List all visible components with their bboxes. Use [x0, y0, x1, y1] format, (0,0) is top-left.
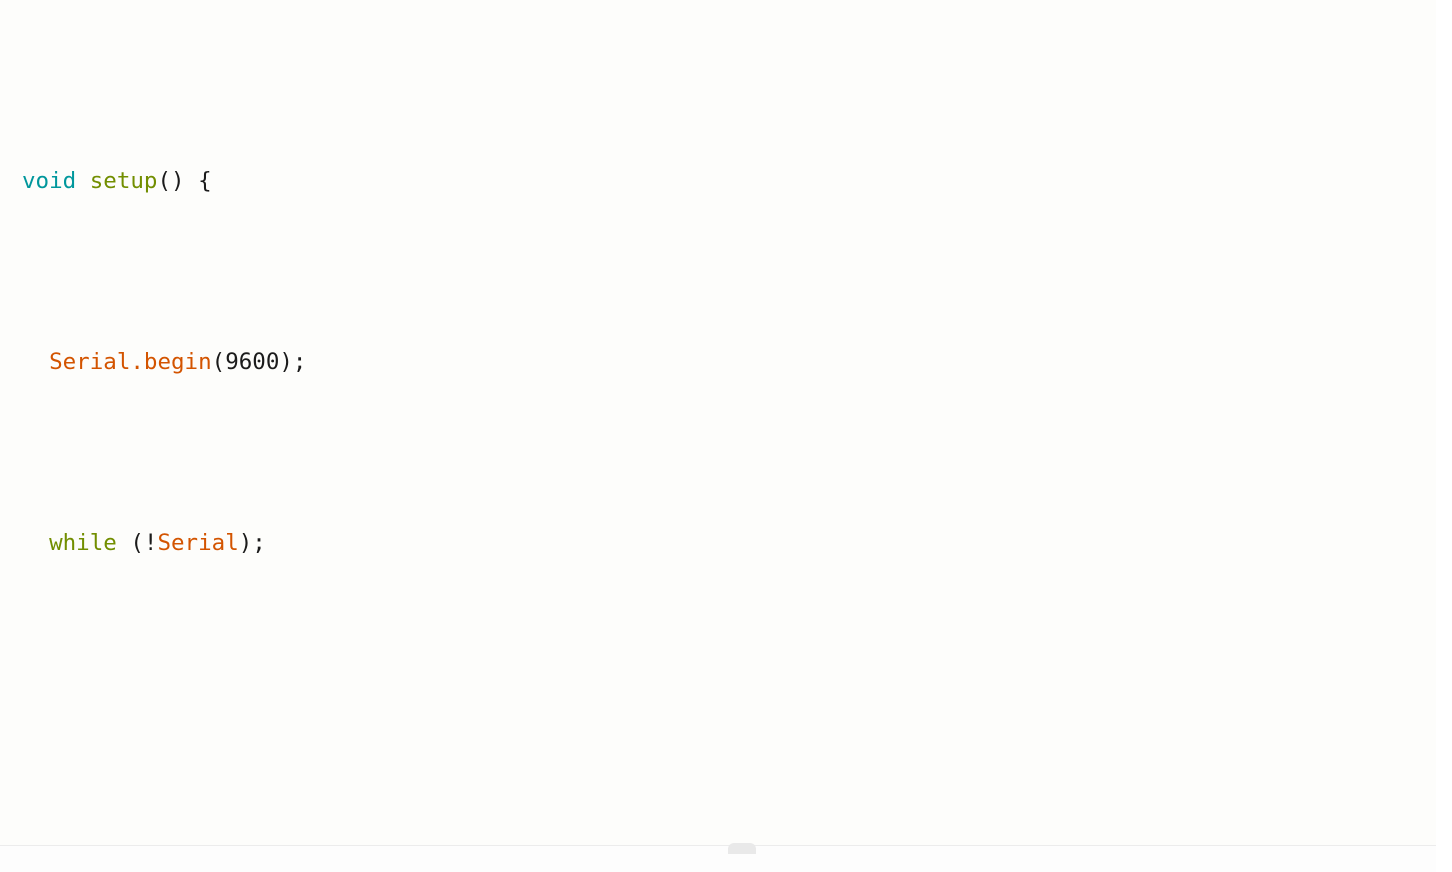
code-editor-pane[interactable]: void setup() { Serial.begin(9600); while… — [0, 0, 1436, 846]
token-keyword-void: void — [22, 167, 77, 194]
token-function-setup: setup — [89, 167, 158, 194]
token-open-brace: { — [198, 167, 212, 194]
pane-resize-handle[interactable] — [728, 843, 756, 854]
token-number-9600: 9600 — [225, 348, 280, 375]
token-open-paren: ( — [211, 348, 226, 375]
token-close-paren-semicolon: ); — [238, 529, 266, 556]
code-line-1[interactable]: void setup() { — [22, 163, 1436, 199]
code-editor[interactable]: void setup() { Serial.begin(9600); while… — [0, 0, 1452, 872]
token-object-serial: Serial — [157, 529, 239, 556]
bottom-status-strip — [0, 846, 1436, 872]
token-open-paren-not: (! — [116, 529, 158, 556]
token-object-serial: Serial — [49, 348, 131, 375]
code-line-3[interactable]: while (!Serial); — [22, 525, 1436, 561]
code-text-area[interactable]: void setup() { Serial.begin(9600); while… — [22, 18, 1436, 846]
token-dot: . — [130, 348, 144, 375]
token-parens: () — [157, 167, 199, 194]
token-close-paren-semicolon: ); — [279, 348, 307, 375]
code-line-4-blank[interactable] — [22, 706, 1436, 742]
code-line-2[interactable]: Serial.begin(9600); — [22, 344, 1436, 380]
token-keyword-while: while — [49, 529, 117, 556]
token-method-begin: begin — [143, 348, 212, 375]
pane-right-edge — [1436, 0, 1452, 872]
